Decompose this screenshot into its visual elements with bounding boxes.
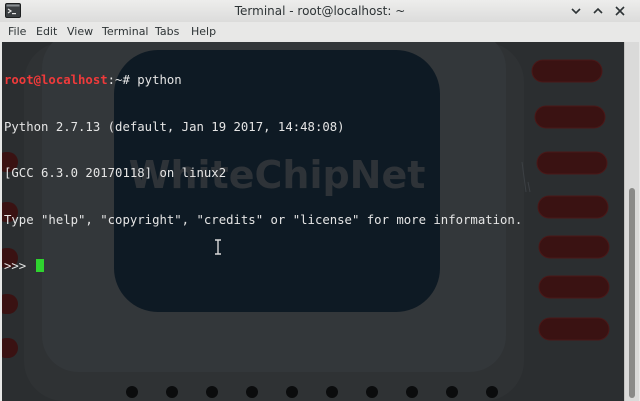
ibeam-cursor-icon bbox=[215, 239, 221, 255]
terminal-area[interactable]: WhiteChipNet root@localhost:~# python Py… bbox=[2, 42, 624, 401]
menu-tabs[interactable]: Tabs bbox=[155, 22, 179, 42]
shell-prompt-line: root@localhost:~# python bbox=[4, 73, 522, 89]
prompt-user-host: root@localhost bbox=[4, 73, 108, 87]
window-title: Terminal - root@localhost: ~ bbox=[234, 4, 406, 18]
output-line: [GCC 6.3.0 20170118] on linux2 bbox=[4, 166, 227, 180]
menu-bar: File Edit View Terminal Tabs Help bbox=[0, 22, 640, 42]
output-line: Python 2.7.13 (default, Jan 19 2017, 14:… bbox=[4, 119, 345, 134]
output-line: Type "help", "copyright", "credits" or "… bbox=[4, 212, 523, 227]
maximize-icon[interactable] bbox=[590, 4, 606, 18]
typed-command: python bbox=[129, 73, 182, 87]
minimize-icon[interactable] bbox=[568, 4, 584, 18]
terminal-window: Terminal - root@localhost: ~ File Edit V… bbox=[0, 0, 640, 401]
title-bar[interactable]: Terminal - root@localhost: ~ bbox=[0, 0, 640, 23]
menu-help[interactable]: Help bbox=[191, 22, 216, 42]
repl-prompt: >>> bbox=[4, 259, 34, 273]
menu-view[interactable]: View bbox=[67, 22, 93, 42]
prompt-path: :~# bbox=[107, 73, 130, 87]
close-icon[interactable] bbox=[612, 4, 628, 18]
repl-prompt-line[interactable]: >>> bbox=[4, 259, 522, 275]
menu-edit[interactable]: Edit bbox=[36, 22, 57, 42]
text-cursor bbox=[35, 259, 44, 272]
menu-file[interactable]: File bbox=[8, 22, 26, 42]
menu-terminal[interactable]: Terminal bbox=[102, 22, 149, 42]
terminal-output: root@localhost:~# python Python 2.7.13 (… bbox=[4, 42, 522, 306]
vertical-scrollbar[interactable] bbox=[624, 42, 639, 401]
scrollbar-thumb[interactable] bbox=[629, 188, 635, 398]
